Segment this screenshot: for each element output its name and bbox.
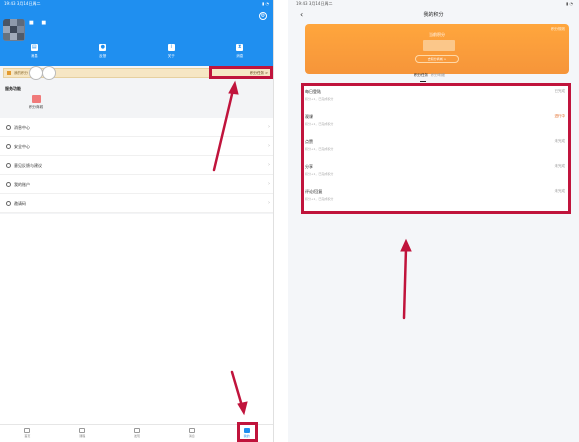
battery-icon: ▮ ◔: [566, 1, 573, 6]
battery-icon: ▮ ◔: [262, 1, 269, 6]
bell-icon: [6, 125, 11, 130]
edit-icon: [6, 163, 11, 168]
quick-actions: ▤ 消息 ● 反馈 i 关于 ⧗ 消息: [0, 43, 273, 65]
quick-action-about[interactable]: i 关于: [146, 43, 196, 65]
chat-icon: ●: [99, 44, 107, 51]
status-time: 19:43 3月14日周二: [4, 1, 41, 6]
quick-action-messages[interactable]: ▤ 消息: [9, 43, 59, 65]
folder-icon: ▤: [30, 44, 38, 51]
chevron-right-icon: ›: [268, 181, 270, 187]
info-icon: i: [167, 44, 175, 51]
highlight-box-points-link: [209, 66, 273, 79]
avatar[interactable]: [3, 19, 25, 41]
screenshot-stage: 19:43 3月14日周二 ▮ ◔ ⚙ ■ ■ ▤ 消息 ● 反馈 i 关于 ⧗ 消息 …: [0, 0, 579, 442]
tab-points-tasks[interactable]: 积分任务: [414, 73, 428, 78]
points-card-title: 当前积分: [429, 32, 445, 37]
highlight-box-task-list: [301, 83, 571, 214]
settings-icon[interactable]: ⚙: [259, 12, 267, 20]
tab-messages[interactable]: 消息: [164, 425, 219, 442]
user-icon: [6, 182, 11, 187]
username: ■ ■: [29, 20, 50, 26]
book-icon: [79, 428, 86, 433]
service-points-mall[interactable]: 积分商城: [28, 95, 44, 110]
points-value: [423, 40, 455, 51]
blur-mask: [29, 66, 57, 80]
menu-item-invite[interactable]: 邀请码 ›: [0, 194, 273, 213]
pane-divider: [275, 0, 288, 442]
message-icon: [188, 428, 195, 433]
status-time: 19:43 3月14日周二: [296, 1, 333, 6]
coin-icon: [7, 71, 11, 75]
shield-icon: [6, 144, 11, 149]
tab-courses[interactable]: 课程: [55, 425, 110, 442]
points-mall-button[interactable]: 去积分商城 >: [415, 55, 459, 63]
active-tab-indicator: [420, 81, 426, 82]
chevron-right-icon: ›: [268, 143, 270, 149]
menu-item-security[interactable]: 安全中心 ›: [0, 137, 273, 156]
compass-icon: [133, 428, 140, 433]
menu-item-account[interactable]: 我的账户 ›: [0, 175, 273, 194]
gift-icon: [31, 95, 41, 103]
chevron-right-icon: ›: [268, 162, 270, 168]
profile-header: 19:43 3月14日周二 ▮ ◔ ⚙ ■ ■ ▤ 消息 ● 反馈 i 关于 ⧗ 消息: [0, 0, 273, 66]
highlight-box-mine-tab: [237, 422, 258, 442]
profile-screen: 19:43 3月14日周二 ▮ ◔ ⚙ ■ ■ ▤ 消息 ● 反馈 i 关于 ⧗ 消息 …: [0, 0, 274, 442]
page-title: 我的积分: [423, 12, 444, 18]
bottom-tab-bar: 首页 课程 发现 消息 我的: [0, 424, 273, 442]
settings-menu: 消息中心 › 安全中心 › 意见反馈与建议 › 我的账户 › 邀请码 ›: [0, 118, 273, 213]
points-tabs: 积分任务 积分明细: [288, 73, 579, 83]
menu-item-messages[interactable]: 消息中心 ›: [0, 118, 273, 137]
chevron-right-icon: ›: [268, 200, 270, 206]
tab-home[interactable]: 首页: [0, 425, 55, 442]
clock-icon: [6, 201, 11, 206]
menu-item-feedback[interactable]: 意见反馈与建议 ›: [0, 156, 273, 175]
quick-action-feedback[interactable]: ● 反馈: [78, 43, 128, 65]
chevron-right-icon: ›: [268, 124, 270, 130]
empty-area: [0, 214, 273, 424]
points-screen: 19:43 3月14日周二 ▮ ◔ ‹ 我的积分 积分规则 当前积分 去积分商城…: [288, 0, 579, 442]
points-banner-text: 我的积分: [14, 71, 28, 75]
hourglass-icon: ⧗: [236, 44, 244, 51]
quick-action-notices[interactable]: ⧗ 消息: [215, 43, 265, 65]
points-card: 积分规则 当前积分 去积分商城 >: [305, 24, 569, 74]
tab-discover[interactable]: 发现: [110, 425, 165, 442]
tab-points-details[interactable]: 积分明细: [431, 73, 445, 78]
home-icon: [24, 428, 31, 433]
service-section-title: 服务功能: [5, 86, 21, 91]
